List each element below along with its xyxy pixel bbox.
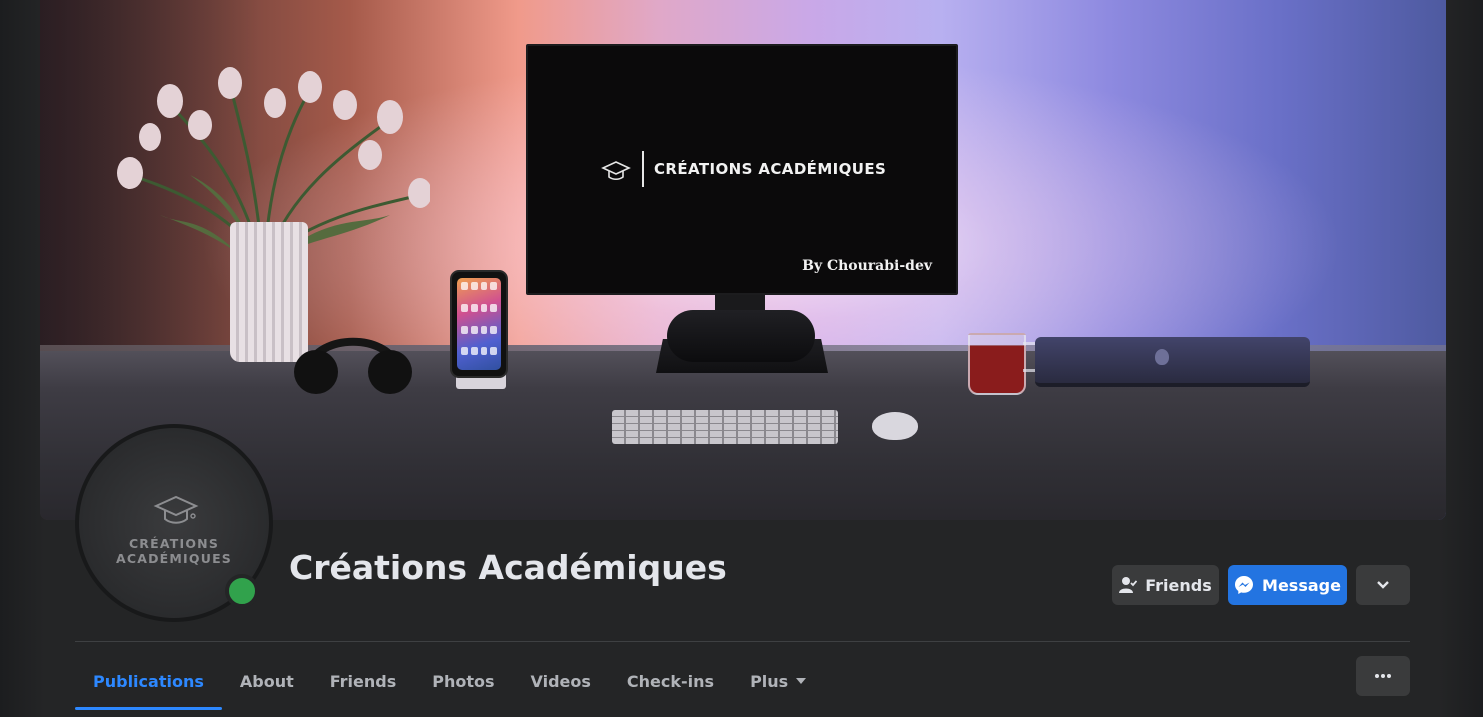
- monitor-brand-text: CRÉATIONS ACADÉMIQUES: [654, 160, 887, 178]
- messenger-icon: [1235, 576, 1254, 594]
- logo-divider: [642, 151, 644, 187]
- three-dots-icon: [1375, 674, 1391, 678]
- profile-tabs: Publications About Friends Photos Videos…: [75, 652, 824, 710]
- friends-button-label: Friends: [1145, 575, 1212, 595]
- graduation-cap-icon: [601, 161, 631, 181]
- tab-label: About: [239, 671, 294, 691]
- tab-label: Videos: [530, 671, 591, 691]
- profile-name: Créations Académiques: [289, 548, 727, 587]
- tab-photos[interactable]: Photos: [414, 652, 512, 710]
- tab-videos[interactable]: Videos: [513, 652, 609, 710]
- tab-check-ins[interactable]: Check-ins: [609, 652, 732, 710]
- tab-label: Friends: [329, 671, 397, 691]
- smartphone-illustration: [450, 270, 508, 378]
- monitor: CRÉATIONS ACADÉMIQUES By Chourabi-dev: [526, 44, 958, 295]
- apple-logo-icon: [1155, 349, 1169, 365]
- graduation-cap-icon: [153, 495, 199, 524]
- tab-label: Publications: [93, 671, 204, 691]
- laptop: [1035, 337, 1310, 387]
- mouse: [872, 412, 918, 440]
- tab-about[interactable]: About: [222, 652, 312, 710]
- more-options-button[interactable]: [1356, 565, 1410, 605]
- person-check-icon: [1119, 577, 1138, 593]
- message-button[interactable]: Message: [1228, 565, 1347, 605]
- tea-mug: [968, 333, 1026, 395]
- tab-label: Check-ins: [626, 671, 715, 691]
- cover-photo[interactable]: CRÉATIONS ACADÉMIQUES By Chourabi-dev: [40, 0, 1446, 520]
- headphones-illustration: [294, 337, 412, 394]
- keyboard: [612, 410, 838, 444]
- tab-friends[interactable]: Friends: [312, 652, 415, 710]
- chevron-down-icon: [1377, 581, 1389, 589]
- caret-down-icon: [796, 678, 807, 684]
- monitor-byline: By Chourabi-dev: [802, 258, 932, 274]
- online-status-dot: [225, 574, 259, 608]
- tab-publications[interactable]: Publications: [75, 652, 222, 710]
- tab-plus[interactable]: Plus: [732, 652, 824, 710]
- friends-button[interactable]: Friends: [1112, 565, 1219, 605]
- speaker: [667, 310, 815, 362]
- header-separator: [75, 641, 1410, 642]
- avatar-brand-text: CRÉATIONS ACADÉMIQUES: [115, 536, 233, 566]
- tab-label: Plus: [750, 671, 789, 691]
- tab-label: Photos: [432, 671, 495, 691]
- message-button-label: Message: [1262, 575, 1341, 595]
- overflow-menu-button[interactable]: [1356, 656, 1410, 696]
